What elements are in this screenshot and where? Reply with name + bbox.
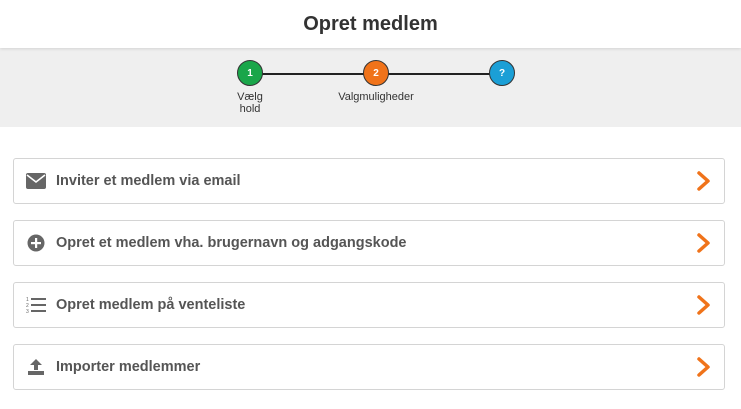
page-header: Opret medlem	[0, 0, 741, 48]
envelope-icon	[26, 171, 46, 191]
step-3-circle: ?	[489, 60, 515, 86]
progress-stepper: 1 Vælg hold 2 Valgmuligheder ?	[0, 48, 741, 127]
import-members-label: Importer medlemmer	[56, 359, 201, 375]
chevron-right-icon	[697, 233, 710, 253]
step-1-circle: 1	[237, 60, 263, 86]
svg-text:3: 3	[26, 309, 29, 314]
options-list: Inviter et medlem via email Opret et med…	[0, 127, 741, 390]
waitlist-label: Opret medlem på venteliste	[56, 297, 246, 313]
step-1-label: Vælg hold	[230, 91, 270, 115]
upload-icon	[26, 357, 46, 377]
invite-by-email-option[interactable]: Inviter et medlem via email	[13, 158, 725, 204]
step-1[interactable]: 1 Vælg hold	[190, 60, 310, 115]
step-2-number: 2	[373, 67, 379, 79]
chevron-right-icon	[697, 357, 710, 377]
numbered-list-icon: 1 2 3	[26, 295, 46, 315]
step-2-label: Valgmuligheder	[338, 91, 414, 103]
step-1-label-text: Vælg hold	[237, 91, 263, 115]
step-2[interactable]: 2 Valgmuligheder	[316, 60, 436, 103]
waitlist-option[interactable]: 1 2 3 Opret medlem på venteliste	[13, 282, 725, 328]
step-3-number: ?	[498, 67, 506, 79]
step-2-circle: 2	[363, 60, 389, 86]
step-3[interactable]: ?	[442, 60, 562, 91]
chevron-right-icon	[697, 171, 710, 191]
invite-by-email-label: Inviter et medlem via email	[56, 173, 241, 189]
step-1-number: 1	[247, 67, 253, 79]
create-with-credentials-option[interactable]: Opret et medlem vha. brugernavn og adgan…	[13, 220, 725, 266]
chevron-right-icon	[697, 295, 710, 315]
import-members-option[interactable]: Importer medlemmer	[13, 344, 725, 390]
create-with-credentials-label: Opret et medlem vha. brugernavn og adgan…	[56, 235, 407, 251]
plus-circle-icon	[26, 233, 46, 253]
page-title: Opret medlem	[303, 12, 438, 35]
